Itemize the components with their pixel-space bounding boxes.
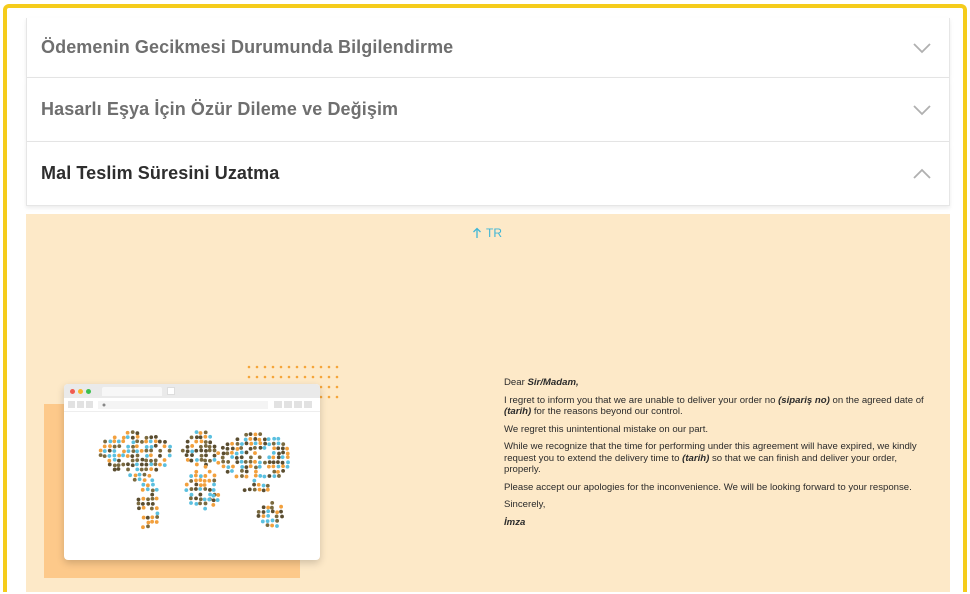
chevron-down-icon[interactable] [911,99,933,121]
letter-signature: İmza [504,516,526,528]
letter-paragraph-3: While we recognize that the time for per… [504,441,917,475]
language-toggle-label: TR [486,226,502,240]
page-frame: Ödemenin Gecikmesi Durumunda Bilgilendir… [3,4,967,592]
browser-window-illustration [64,384,320,560]
accordion-item-title: Ödemenin Gecikmesi Durumunda Bilgilendir… [41,37,454,57]
arrow-up-icon [473,227,481,238]
letter-paragraph-4: Please accept our apologies for the inco… [504,481,912,493]
letter-closing: Sincerely, [504,499,546,510]
language-toggle[interactable]: TR [472,226,502,240]
accordion-panel: TR Dear Sir/Madam, I regret to inform yo… [26,214,950,592]
accordion: Ödemenin Gecikmesi Durumunda Bilgilendir… [26,18,950,206]
chevron-up-icon[interactable] [911,163,933,185]
letter-template: Dear Sir/Madam, I regret to inform you t… [504,377,924,534]
letter-greeting: Dear Sir/Madam, [504,377,579,388]
accordion-item-title: Mal Teslim Süresini Uzatma [41,163,280,183]
letter-paragraph-1: I regret to inform you that we are unabl… [504,394,924,418]
chevron-down-icon[interactable] [911,37,933,59]
accordion-item-delivery-extension[interactable]: Mal Teslim Süresini Uzatma [26,142,950,206]
letter-paragraph-2: We regret this unintentional mistake on … [504,423,709,435]
accordion-item-damaged-goods[interactable]: Hasarlı Eşya İçin Özür Dileme ve Değişim [26,78,950,142]
browser-addressbar [64,398,320,412]
world-map-dots [98,430,290,530]
accordion-item-title: Hasarlı Eşya İçin Özür Dileme ve Değişim [41,99,399,119]
accordion-item-payment-delay[interactable]: Ödemenin Gecikmesi Durumunda Bilgilendir… [26,18,950,78]
world-map-illustration [44,354,344,592]
browser-titlebar [64,384,320,398]
